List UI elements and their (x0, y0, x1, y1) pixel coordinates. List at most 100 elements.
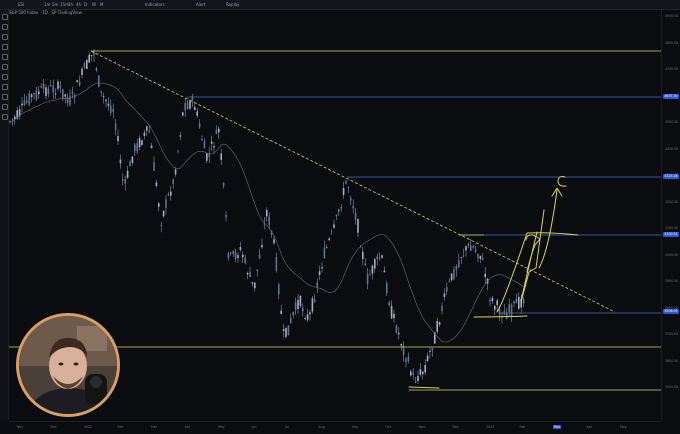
price-tag: 4100.51 (663, 232, 679, 237)
time-label: Sep (352, 425, 359, 429)
pattern-icon[interactable] (2, 64, 8, 70)
candle-body (105, 99, 107, 102)
candle-body (141, 140, 143, 145)
time-label: May (218, 425, 225, 429)
candle-body (234, 251, 237, 259)
toolbar-item[interactable]: M (100, 0, 103, 9)
zoom-icon[interactable] (2, 84, 8, 90)
candle-body (429, 350, 431, 352)
candle-body (518, 296, 520, 309)
candle-body (138, 138, 141, 148)
toolbar-item[interactable]: 4h (76, 0, 81, 9)
candle-body (182, 112, 184, 116)
candle-body (196, 111, 198, 116)
time-label: Nov (17, 425, 24, 429)
toolbar-item[interactable]: Indicators (145, 0, 165, 9)
candle-body (455, 266, 458, 270)
candle-body (405, 358, 407, 363)
magnet-icon[interactable] (2, 94, 8, 100)
time-label: Feb (117, 425, 124, 429)
toolbar-item[interactable]: 5m (52, 0, 58, 9)
candle-body (246, 273, 249, 275)
toolbar-item[interactable]: ESI (18, 0, 24, 9)
price-label: 4100.00 (665, 226, 679, 230)
candle-body (162, 210, 165, 217)
candle-body (26, 100, 28, 103)
lock-icon[interactable] (2, 104, 8, 110)
text-icon[interactable] (2, 54, 8, 60)
candle-body (242, 254, 244, 258)
candle-body (465, 246, 467, 251)
candle-body (371, 265, 374, 274)
candle-body (71, 91, 74, 94)
candle-body (460, 257, 462, 258)
candle-body (496, 300, 498, 306)
candle-body (364, 263, 366, 266)
price-label: 3600.00 (665, 358, 679, 363)
crosshair-icon[interactable] (2, 14, 8, 20)
candle-body (76, 80, 78, 83)
candle-body (100, 90, 102, 93)
candle-body (345, 180, 347, 184)
toolbar-item[interactable]: 1h (68, 0, 73, 9)
price-axis[interactable]: 4900.004800.004700.004600.004500.004400.… (661, 10, 680, 420)
time-label: Mar (151, 425, 158, 429)
candle-body (491, 297, 494, 302)
candle-body (501, 317, 503, 319)
toolbar-item[interactable]: W (92, 0, 96, 9)
measure-icon[interactable] (2, 74, 8, 80)
time-axis[interactable]: Nov Dec 2022 Feb Mar Apr May Jun Jul Aug Sep Oct Nov… (9, 421, 661, 434)
candle-body (220, 153, 222, 160)
candle-body (412, 372, 414, 375)
candle-body (484, 273, 486, 278)
candle-body (33, 93, 35, 94)
candle-body (323, 247, 326, 259)
candle-body (177, 150, 179, 152)
candle-body (340, 207, 342, 209)
candle-body (273, 239, 275, 244)
brush-icon[interactable] (2, 44, 8, 50)
candle-body (126, 170, 129, 178)
fib-icon[interactable] (2, 34, 8, 40)
candle-body (210, 141, 213, 144)
candle-body (143, 132, 146, 136)
candle-body (522, 298, 525, 304)
candle-body (122, 179, 124, 181)
candle-body (21, 103, 23, 106)
candle-body (436, 321, 438, 332)
candle-body (172, 179, 174, 184)
candle-body (304, 317, 306, 319)
candle-body (184, 102, 186, 111)
candle-body (510, 304, 513, 316)
candle-body (472, 246, 474, 248)
candle-body (431, 348, 434, 351)
candle-body (515, 298, 518, 304)
candle-body (160, 224, 162, 226)
candle-body (479, 255, 482, 260)
candle-body (448, 280, 450, 282)
candle-body (230, 252, 232, 254)
candle-body (417, 376, 419, 381)
toolbar-item[interactable]: D (84, 0, 87, 9)
candle-body (148, 130, 150, 133)
candle-body (52, 85, 54, 93)
trendline-icon[interactable] (2, 24, 8, 30)
toolbar-item[interactable]: Replay (226, 0, 240, 9)
candle-body (278, 284, 280, 295)
candle-body (47, 88, 50, 95)
candle-body (316, 282, 318, 288)
price-label: 4700.00 (665, 67, 679, 71)
time-label: May (620, 425, 627, 429)
candle-body (453, 269, 455, 279)
candle-body (292, 312, 294, 316)
candle-body (129, 161, 131, 167)
candle-body (62, 89, 64, 99)
candle-body (314, 299, 316, 302)
toolbar-item[interactable]: 1m (44, 0, 50, 9)
hand-drawn-arrow-2 (538, 187, 563, 269)
candle-body (227, 252, 230, 259)
toolbar-item[interactable]: Alert (196, 0, 206, 9)
time-label: Dec (452, 425, 459, 429)
trash-icon[interactable] (2, 114, 8, 120)
candle-body (86, 59, 88, 70)
